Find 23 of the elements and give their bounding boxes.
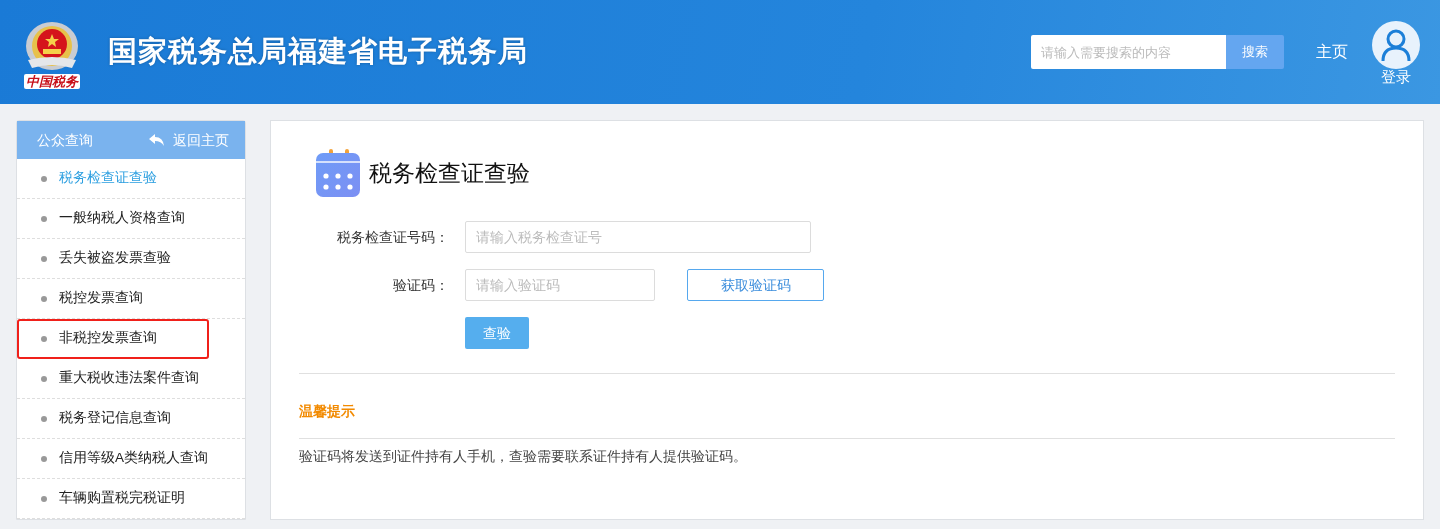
- sidebar-item[interactable]: 车辆购置税完税证明: [17, 479, 245, 519]
- reply-arrow-icon: [149, 134, 165, 146]
- sidebar-title: 公众查询: [37, 130, 93, 150]
- logo-caption: 中国税务: [24, 73, 80, 89]
- sidebar-item[interactable]: 丢失被盗发票查验: [17, 239, 245, 279]
- input-field[interactable]: 请输入税务检查证号: [465, 221, 811, 253]
- search-field[interactable]: 请输入需要搜索的内容: [1031, 35, 1226, 69]
- field-label: 税务检查证号码：: [336, 227, 449, 247]
- sidebar-item[interactable]: 重大税收违法案件查询: [17, 359, 245, 399]
- sidebar-item[interactable]: 非税控发票查询: [17, 319, 209, 359]
- get-code-button[interactable]: 获取验证码: [687, 269, 824, 301]
- input-field[interactable]: 请输入验证码: [465, 269, 655, 301]
- page-title: 税务检查证查验: [369, 158, 530, 188]
- sidebar-item[interactable]: 一般纳税人资格查询: [17, 199, 245, 239]
- sidebar-item[interactable]: 信用等级A类纳税人查询: [17, 439, 245, 479]
- sidebar-item[interactable]: 税务登记信息查询: [17, 399, 245, 439]
- tips-text: 验证码将发送到证件持有人手机，查验需要联系证件持有人提供验证码。: [299, 448, 748, 467]
- field-label: 验证码：: [392, 275, 449, 295]
- sidebar-item[interactable]: 税控发票查询: [17, 279, 245, 319]
- calendar-icon: [315, 149, 361, 197]
- avatar-icon[interactable]: [1372, 20, 1420, 69]
- tips-title: 温馨提示: [299, 403, 356, 421]
- site-title: 国家税务总局福建省电子税务局: [108, 34, 528, 70]
